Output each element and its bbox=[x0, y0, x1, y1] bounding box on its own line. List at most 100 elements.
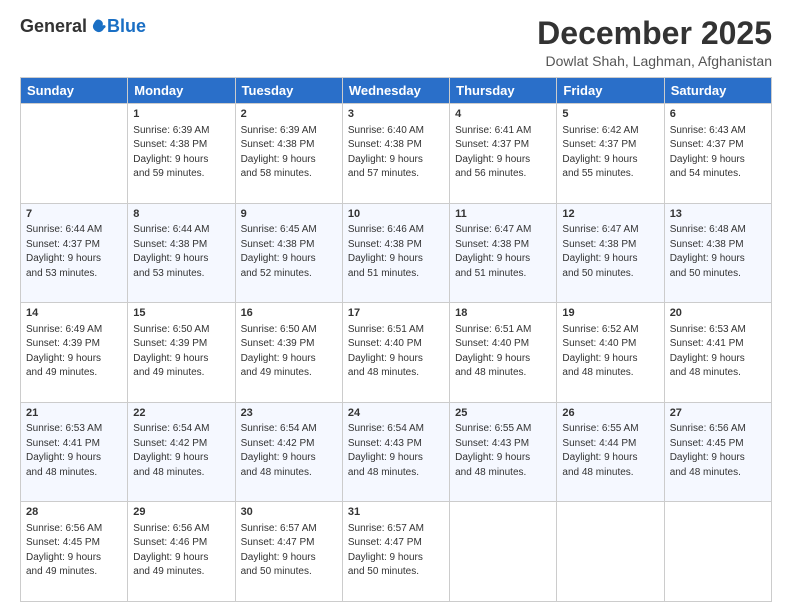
calendar-cell: 2Sunrise: 6:39 AMSunset: 4:38 PMDaylight… bbox=[235, 104, 342, 204]
day-info: Sunrise: 6:54 AMSunset: 4:43 PMDaylight:… bbox=[348, 422, 444, 480]
day-number: 30 bbox=[241, 505, 337, 520]
day-info: Sunrise: 6:43 AMSunset: 4:37 PMDaylight:… bbox=[670, 124, 766, 182]
calendar-cell: 16Sunrise: 6:50 AMSunset: 4:39 PMDayligh… bbox=[235, 303, 342, 403]
day-number: 17 bbox=[348, 306, 444, 321]
day-number: 26 bbox=[562, 406, 658, 421]
day-number: 10 bbox=[348, 207, 444, 222]
logo: General Blue bbox=[20, 16, 146, 37]
calendar-cell: 30Sunrise: 6:57 AMSunset: 4:47 PMDayligh… bbox=[235, 502, 342, 602]
calendar-cell bbox=[557, 502, 664, 602]
calendar-cell: 15Sunrise: 6:50 AMSunset: 4:39 PMDayligh… bbox=[128, 303, 235, 403]
day-number: 9 bbox=[241, 207, 337, 222]
calendar-cell: 23Sunrise: 6:54 AMSunset: 4:42 PMDayligh… bbox=[235, 402, 342, 502]
calendar-cell: 8Sunrise: 6:44 AMSunset: 4:38 PMDaylight… bbox=[128, 203, 235, 303]
day-info: Sunrise: 6:51 AMSunset: 4:40 PMDaylight:… bbox=[455, 323, 551, 381]
day-number: 19 bbox=[562, 306, 658, 321]
calendar-cell: 6Sunrise: 6:43 AMSunset: 4:37 PMDaylight… bbox=[664, 104, 771, 204]
day-info: Sunrise: 6:44 AMSunset: 4:38 PMDaylight:… bbox=[133, 223, 229, 281]
calendar-cell: 20 Sunrise: 6:53 AMSunset: 4:41 PMDayligh… bbox=[664, 303, 771, 403]
page: General Blue December 2025 Dowlat Shah, … bbox=[0, 0, 792, 612]
column-header-thursday: Thursday bbox=[450, 78, 557, 104]
day-number: 24 bbox=[348, 406, 444, 421]
calendar-week-row: 28Sunrise: 6:56 AMSunset: 4:45 PMDayligh… bbox=[21, 502, 772, 602]
day-number: 16 bbox=[241, 306, 337, 321]
calendar-table: SundayMondayTuesdayWednesdayThursdayFrid… bbox=[20, 77, 772, 602]
calendar-cell: 29 Sunrise: 6:56 AMSunset: 4:46 PMDayligh… bbox=[128, 502, 235, 602]
month-year-title: December 2025 bbox=[537, 16, 772, 51]
day-number: 1 bbox=[133, 107, 229, 122]
day-number: 7 bbox=[26, 207, 122, 222]
day-info: Sunrise: 6:47 AMSunset: 4:38 PMDaylight:… bbox=[455, 223, 551, 281]
location-text: Dowlat Shah, Laghman, Afghanistan bbox=[537, 53, 772, 69]
calendar-week-row: 1 Sunrise: 6:39 AMSunset: 4:38 PMDaylight… bbox=[21, 104, 772, 204]
day-number: 28 bbox=[26, 505, 122, 520]
logo-bird-icon bbox=[89, 18, 107, 36]
day-info: Sunrise: 6:55 AMSunset: 4:43 PMDaylight:… bbox=[455, 422, 551, 480]
day-info: Sunrise: 6:57 AMSunset: 4:47 PMDaylight:… bbox=[348, 522, 444, 580]
calendar-cell bbox=[21, 104, 128, 204]
calendar-cell: 27Sunrise: 6:56 AMSunset: 4:45 PMDayligh… bbox=[664, 402, 771, 502]
day-number: 8 bbox=[133, 207, 229, 222]
calendar-week-row: 21Sunrise: 6:53 AMSunset: 4:41 PMDayligh… bbox=[21, 402, 772, 502]
day-info: Sunrise: 6:51 AMSunset: 4:40 PMDaylight:… bbox=[348, 323, 444, 381]
day-info: Sunrise: 6:41 AMSunset: 4:37 PMDaylight:… bbox=[455, 124, 551, 182]
column-header-wednesday: Wednesday bbox=[342, 78, 449, 104]
calendar-cell: 12Sunrise: 6:47 AMSunset: 4:38 PMDayligh… bbox=[557, 203, 664, 303]
calendar-cell: 14 Sunrise: 6:49 AMSunset: 4:39 PMDayligh… bbox=[21, 303, 128, 403]
calendar-header-row: SundayMondayTuesdayWednesdayThursdayFrid… bbox=[21, 78, 772, 104]
day-number: 15 bbox=[133, 306, 229, 321]
day-number: 13 bbox=[670, 207, 766, 222]
calendar-cell: 26Sunrise: 6:55 AMSunset: 4:44 PMDayligh… bbox=[557, 402, 664, 502]
day-number: 20 bbox=[670, 306, 766, 321]
calendar-cell: 28Sunrise: 6:56 AMSunset: 4:45 PMDayligh… bbox=[21, 502, 128, 602]
day-info: Sunrise: 6:53 AMSunset: 4:41 PMDaylight:… bbox=[670, 323, 766, 381]
calendar-cell: 3 Sunrise: 6:40 AMSunset: 4:38 PMDaylight… bbox=[342, 104, 449, 204]
day-number: 31 bbox=[348, 505, 444, 520]
calendar-cell: 24Sunrise: 6:54 AMSunset: 4:43 PMDayligh… bbox=[342, 402, 449, 502]
header: General Blue December 2025 Dowlat Shah, … bbox=[20, 16, 772, 69]
day-number: 3 bbox=[348, 107, 444, 122]
calendar-cell: 18 Sunrise: 6:51 AMSunset: 4:40 PMDayligh… bbox=[450, 303, 557, 403]
calendar-cell: 21Sunrise: 6:53 AMSunset: 4:41 PMDayligh… bbox=[21, 402, 128, 502]
day-info: Sunrise: 6:55 AMSunset: 4:44 PMDaylight:… bbox=[562, 422, 658, 480]
calendar-cell: 22Sunrise: 6:54 AMSunset: 4:42 PMDayligh… bbox=[128, 402, 235, 502]
day-info: Sunrise: 6:56 AMSunset: 4:45 PMDaylight:… bbox=[670, 422, 766, 480]
calendar-week-row: 7Sunrise: 6:44 AMSunset: 4:37 PMDaylight… bbox=[21, 203, 772, 303]
logo-general-text: General bbox=[20, 16, 87, 37]
day-info: Sunrise: 6:45 AMSunset: 4:38 PMDaylight:… bbox=[241, 223, 337, 281]
day-number: 4 bbox=[455, 107, 551, 122]
calendar-cell bbox=[450, 502, 557, 602]
day-number: 18 bbox=[455, 306, 551, 321]
day-info: Sunrise: 6:39 AMSunset: 4:38 PMDaylight:… bbox=[133, 124, 229, 182]
day-number: 11 bbox=[455, 207, 551, 222]
calendar-cell: 9Sunrise: 6:45 AMSunset: 4:38 PMDaylight… bbox=[235, 203, 342, 303]
calendar-cell: 25Sunrise: 6:55 AMSunset: 4:43 PMDayligh… bbox=[450, 402, 557, 502]
day-info: Sunrise: 6:40 AMSunset: 4:38 PMDaylight:… bbox=[348, 124, 444, 182]
column-header-saturday: Saturday bbox=[664, 78, 771, 104]
calendar-cell bbox=[664, 502, 771, 602]
day-info: Sunrise: 6:47 AMSunset: 4:38 PMDaylight:… bbox=[562, 223, 658, 281]
calendar-cell: 11Sunrise: 6:47 AMSunset: 4:38 PMDayligh… bbox=[450, 203, 557, 303]
day-info: Sunrise: 6:54 AMSunset: 4:42 PMDaylight:… bbox=[241, 422, 337, 480]
day-number: 23 bbox=[241, 406, 337, 421]
day-number: 12 bbox=[562, 207, 658, 222]
day-number: 5 bbox=[562, 107, 658, 122]
day-info: Sunrise: 6:46 AMSunset: 4:38 PMDaylight:… bbox=[348, 223, 444, 281]
day-info: Sunrise: 6:44 AMSunset: 4:37 PMDaylight:… bbox=[26, 223, 122, 281]
day-number: 27 bbox=[670, 406, 766, 421]
calendar-cell: 1 Sunrise: 6:39 AMSunset: 4:38 PMDaylight… bbox=[128, 104, 235, 204]
day-number: 22 bbox=[133, 406, 229, 421]
day-info: Sunrise: 6:56 AMSunset: 4:46 PMDaylight:… bbox=[133, 522, 229, 580]
day-number: 14 bbox=[26, 306, 122, 321]
calendar-cell: 4 Sunrise: 6:41 AMSunset: 4:37 PMDaylight… bbox=[450, 104, 557, 204]
calendar-cell: 13Sunrise: 6:48 AMSunset: 4:38 PMDayligh… bbox=[664, 203, 771, 303]
day-number: 25 bbox=[455, 406, 551, 421]
column-header-monday: Monday bbox=[128, 78, 235, 104]
calendar-cell: 5Sunrise: 6:42 AMSunset: 4:37 PMDaylight… bbox=[557, 104, 664, 204]
day-info: Sunrise: 6:48 AMSunset: 4:38 PMDaylight:… bbox=[670, 223, 766, 281]
day-info: Sunrise: 6:49 AMSunset: 4:39 PMDaylight:… bbox=[26, 323, 122, 381]
day-number: 21 bbox=[26, 406, 122, 421]
day-number: 29 bbox=[133, 505, 229, 520]
column-header-tuesday: Tuesday bbox=[235, 78, 342, 104]
column-header-sunday: Sunday bbox=[21, 78, 128, 104]
